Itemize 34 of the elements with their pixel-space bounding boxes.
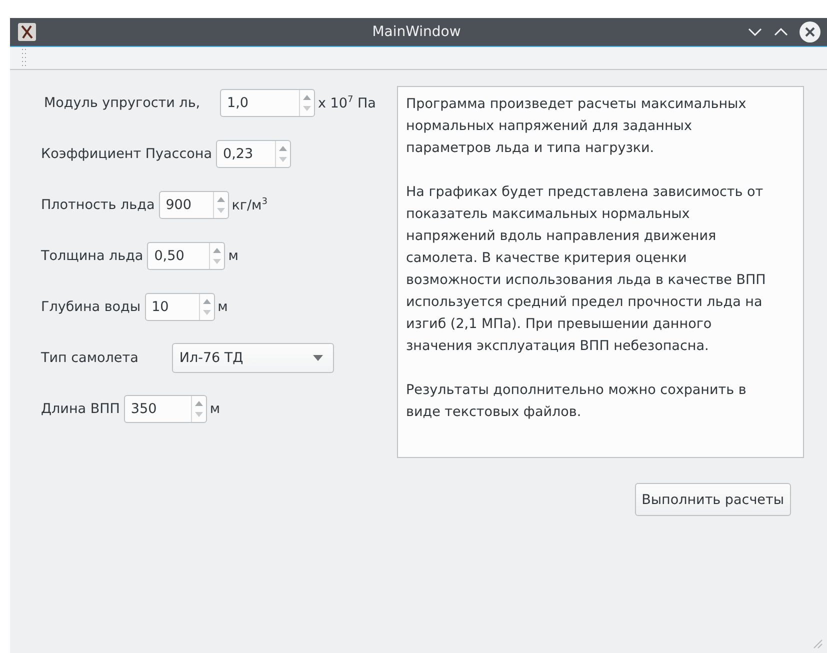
- spin-arrows-icon[interactable]: [212, 192, 228, 218]
- resize-grip-icon[interactable]: [813, 639, 823, 649]
- spin-box[interactable]: 0,23: [216, 140, 291, 168]
- spin-arrows-icon[interactable]: [274, 141, 290, 167]
- spin-arrows-icon[interactable]: [198, 294, 214, 320]
- app-icon: [18, 23, 36, 41]
- close-icon[interactable]: [799, 21, 821, 43]
- field-label: Коэффициент Пуассона: [41, 146, 212, 162]
- unit-label: x 10$^{7}$ Па: [318, 94, 376, 112]
- dropdown-arrow-icon: [313, 355, 324, 361]
- run-calculations-button[interactable]: Выполнить расчеты: [634, 483, 791, 516]
- description-paragraph: На графиках будет представлена зависимость от показатель максимальных нормальных напряжений вдоль направления движения самолета. В качестве критерия оценки возможности использования льда в качестве ВПП используется средний предел прочности льда на изгиб (2,1 МПа). При превышении данного значения эксплуатация ВПП небезопасна.: [406, 183, 767, 356]
- spin-box[interactable]: 10: [144, 293, 215, 321]
- spin-box[interactable]: 350: [124, 395, 207, 423]
- field-label: Глубина воды: [41, 299, 141, 315]
- aircraft-dropdown[interactable]: Ил-76 ТД: [172, 343, 334, 373]
- field-label: Длина ВПП: [41, 401, 120, 417]
- field-label: Толщина льда: [41, 248, 144, 264]
- description-text-area[interactable]: [397, 86, 804, 458]
- spin-arrows-icon[interactable]: [299, 90, 314, 116]
- spin-arrows-icon[interactable]: [190, 396, 206, 422]
- spin-box[interactable]: 0,50: [147, 242, 226, 270]
- field-label: Плотность льда: [41, 197, 155, 213]
- unit-label: кг/м$^{3}$: [232, 196, 268, 214]
- field-label: Тип самолета: [41, 350, 138, 366]
- description-paragraph: Программа произведет расчеты максимальных нормальных напряжений для заданных параметров льда и типа нагрузки.: [406, 95, 748, 158]
- window-title: MainWindow: [371, 24, 462, 40]
- field-label: Модуль упругости ль,: [43, 95, 202, 111]
- description-paragraph: Результаты дополнительно можно сохранить в виде текстовых файлов.: [406, 381, 748, 422]
- unit-label: м: [228, 248, 238, 264]
- unit-label: м: [218, 299, 228, 315]
- spin-box[interactable]: 1,0: [220, 89, 315, 117]
- unit-label: м: [210, 401, 220, 417]
- spin-box[interactable]: 900: [158, 191, 229, 219]
